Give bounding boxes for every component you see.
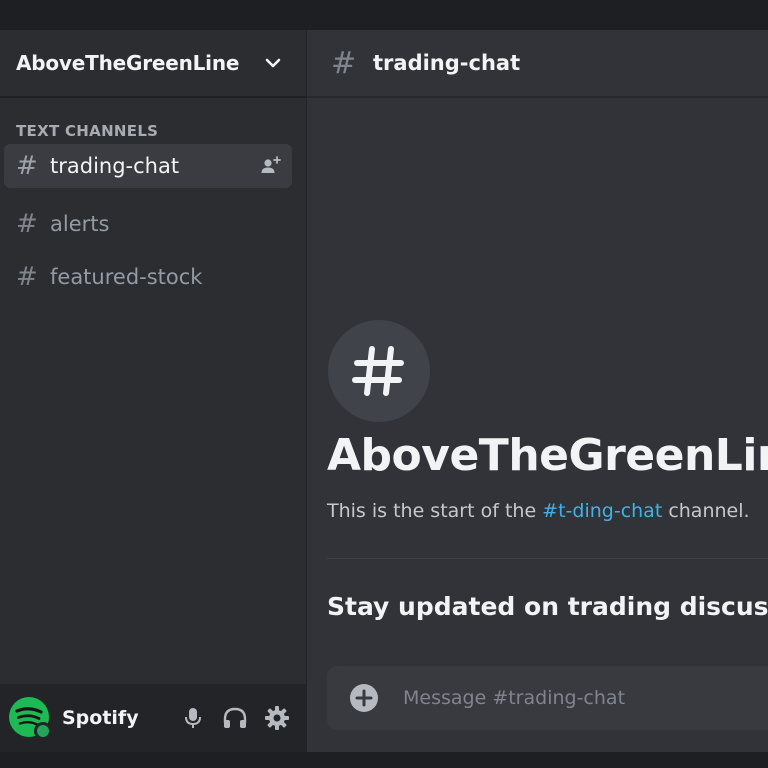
message-input[interactable] — [401, 686, 765, 710]
welcome-subtitle: This is the start of the #t-ding-chat ch… — [327, 500, 750, 522]
channel-welcome-icon — [328, 320, 430, 422]
sidebar-item-featured-stock[interactable]: # featured-stock — [4, 255, 292, 299]
hash-icon — [352, 346, 404, 396]
channel-topic: Stay updated on trading discussions — [327, 592, 768, 621]
spotify-logo-icon[interactable] — [8, 696, 52, 740]
add-member-icon[interactable] — [258, 154, 282, 178]
channel-header: # trading-chat — [307, 30, 768, 98]
sidebar-item-alerts[interactable]: # alerts — [4, 202, 292, 246]
hash-icon: # — [331, 45, 357, 81]
server-header[interactable]: AboveTheGreenLine — [0, 30, 306, 98]
server-name: AboveTheGreenLine — [16, 51, 240, 75]
channel-sidebar: AboveTheGreenLine TEXT CHANNELS # tradin… — [0, 30, 307, 752]
hash-icon: # — [16, 209, 38, 239]
message-composer — [327, 666, 768, 730]
hash-icon: # — [16, 151, 38, 181]
category-text-channels[interactable]: TEXT CHANNELS — [16, 122, 306, 142]
channel-title: trading-chat — [373, 51, 521, 75]
channel-label: featured-stock — [50, 265, 203, 289]
channel-mention-link[interactable]: #t-ding-chat — [542, 500, 662, 522]
welcome-subtitle-prefix: This is the start of the — [327, 500, 543, 522]
chat-main: # trading-chat AboveTheGreenLine This is… — [307, 30, 768, 752]
chevron-down-icon[interactable] — [262, 52, 284, 74]
hash-icon: # — [16, 262, 38, 292]
headphones-icon[interactable] — [222, 705, 248, 731]
welcome-title: AboveTheGreenLine — [327, 430, 768, 481]
channel-label: alerts — [50, 212, 110, 236]
user-panel: Spotify — [0, 684, 306, 752]
divider — [327, 558, 768, 559]
gear-icon[interactable] — [264, 705, 290, 731]
welcome-subtitle-suffix: channel. — [662, 500, 750, 522]
user-name: Spotify — [62, 707, 139, 729]
sidebar-item-trading-chat[interactable]: # trading-chat — [4, 144, 292, 188]
channel-label: trading-chat — [50, 154, 180, 178]
app-window: AboveTheGreenLine TEXT CHANNELS # tradin… — [0, 30, 768, 752]
microphone-icon[interactable] — [180, 705, 206, 731]
add-attachment-icon[interactable] — [349, 683, 379, 713]
